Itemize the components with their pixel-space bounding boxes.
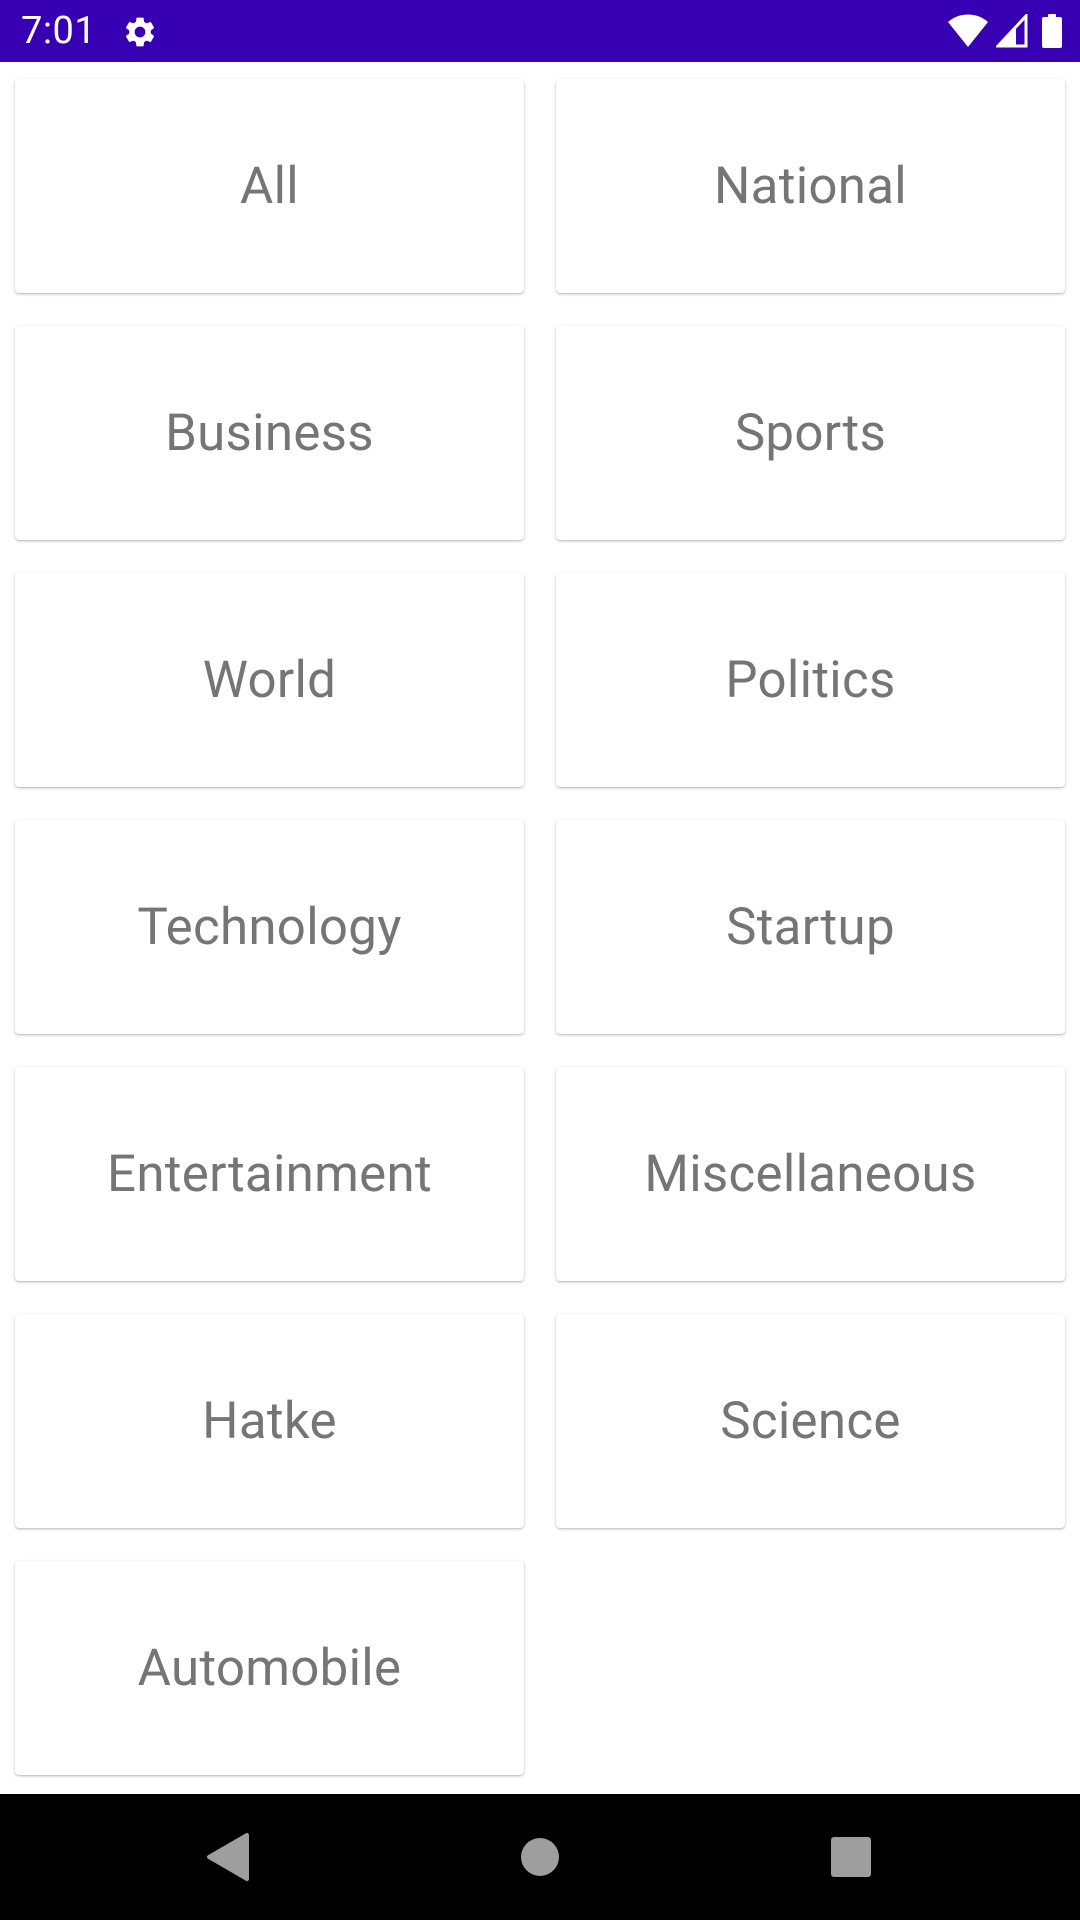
category-card-startup[interactable]: Startup bbox=[556, 820, 1065, 1034]
category-label: Sports bbox=[734, 403, 887, 463]
category-label: All bbox=[240, 156, 299, 216]
category-label: Startup bbox=[726, 897, 895, 957]
category-label: Technology bbox=[137, 897, 402, 957]
category-label: Politics bbox=[725, 650, 896, 710]
back-icon bbox=[207, 1833, 249, 1881]
navigation-bar bbox=[0, 1794, 1080, 1920]
category-card-national[interactable]: National bbox=[556, 79, 1065, 293]
category-label: World bbox=[202, 650, 337, 710]
category-card-hatke[interactable]: Hatke bbox=[15, 1314, 524, 1528]
category-label: Entertainment bbox=[107, 1144, 432, 1204]
category-card-miscellaneous[interactable]: Miscellaneous bbox=[556, 1067, 1065, 1281]
category-label: Miscellaneous bbox=[644, 1144, 977, 1204]
category-label: Science bbox=[720, 1391, 901, 1451]
screen: 7:01 All National Business Sports World … bbox=[0, 0, 1080, 1920]
home-icon bbox=[521, 1838, 559, 1876]
battery-icon bbox=[1042, 14, 1062, 48]
status-icons bbox=[948, 13, 1062, 49]
category-card-all[interactable]: All bbox=[15, 79, 524, 293]
wifi-icon bbox=[948, 14, 988, 47]
category-label: Automobile bbox=[137, 1638, 402, 1698]
gear-icon bbox=[125, 17, 155, 47]
category-label: Business bbox=[165, 403, 374, 463]
status-time: 7:01 bbox=[21, 9, 97, 53]
category-label: National bbox=[713, 156, 907, 216]
category-card-technology[interactable]: Technology bbox=[15, 820, 524, 1034]
category-card-world[interactable]: World bbox=[15, 573, 524, 787]
recents-button[interactable] bbox=[781, 1794, 921, 1920]
status-bar: 7:01 bbox=[0, 0, 1080, 62]
category-card-politics[interactable]: Politics bbox=[556, 573, 1065, 787]
home-button[interactable] bbox=[470, 1794, 610, 1920]
category-label: Hatke bbox=[202, 1391, 337, 1451]
category-card-business[interactable]: Business bbox=[15, 326, 524, 540]
back-button[interactable] bbox=[157, 1794, 297, 1920]
signal-icon bbox=[996, 14, 1028, 48]
recents-icon bbox=[831, 1837, 871, 1877]
category-card-sports[interactable]: Sports bbox=[556, 326, 1065, 540]
category-card-science[interactable]: Science bbox=[556, 1314, 1065, 1528]
category-card-automobile[interactable]: Automobile bbox=[15, 1561, 524, 1775]
category-card-entertainment[interactable]: Entertainment bbox=[15, 1067, 524, 1281]
